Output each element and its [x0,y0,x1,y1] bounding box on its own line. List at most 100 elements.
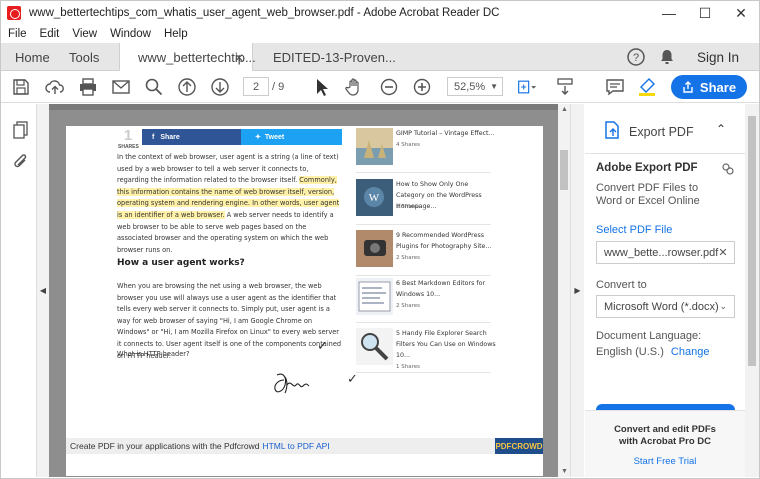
selected-file-name: www_bette...rowser.pdf [604,246,719,259]
handwritten-signature[interactable] [271,369,313,397]
paragraph-3: What is HTTP header? [117,350,190,358]
related-shares-1: 4 Shares [396,142,420,148]
panel-scroll-thumb[interactable] [748,116,756,366]
menu-help[interactable]: Help [164,28,188,40]
collapse-right-panel-icon[interactable]: ▶ [570,104,584,477]
acrobat-app-icon [7,6,21,20]
menu-bar: File Edit View Window Help [1,25,759,43]
html-to-pdf-link[interactable]: HTML to PDF API [262,441,329,451]
share-icon [683,81,693,93]
promo-text: Convert and edit PDFs with Acrobat Pro D… [614,424,716,447]
related-post-2[interactable]: W How to Show Only One Category on the W… [356,179,496,219]
left-navigation-rail [1,104,37,477]
export-pdf-title: Export PDF [629,125,694,139]
chevron-up-icon[interactable]: ⌃ [716,122,726,136]
close-window-button[interactable]: ✕ [723,1,759,25]
hand-tool-icon[interactable] [342,75,366,99]
related-shares-4: 2 Shares [396,303,420,309]
search-icon[interactable] [142,75,166,99]
scroll-down-icon[interactable]: ▼ [561,468,568,475]
svg-text:?: ? [633,52,639,64]
document-language-label: Document Language: [596,330,702,342]
document-canvas: 1 SHARES f Share ✦ Tweet In the context … [49,104,558,477]
zoom-level-select[interactable]: 52,5% ▼ [447,77,503,96]
page-thumbnails-icon[interactable] [9,118,33,142]
twitter-share-button[interactable]: ✦ Tweet [241,129,342,145]
related-shares-5: 1 Shares [396,364,420,370]
paragraph-1: In the context of web browser, user agen… [117,152,342,256]
document-scrollbar[interactable]: ▲ ▼ [558,104,570,477]
switch-account-icon[interactable] [721,162,735,176]
related-divider [356,322,491,323]
upload-cloud-icon[interactable] [43,75,67,99]
page-number-input[interactable]: 2 [243,77,269,96]
related-divider [356,224,491,225]
attachments-paperclip-icon[interactable] [9,150,33,174]
upgrade-promo: Convert and edit PDFs with Acrobat Pro D… [585,410,745,477]
select-cursor-icon[interactable] [309,75,333,99]
save-icon[interactable] [9,75,33,99]
share-counter: 1 SHARES [118,127,139,151]
chevron-down-icon: ▼ [490,82,498,91]
comment-icon[interactable] [603,75,627,99]
zoom-level-value: 52,5% [454,80,486,93]
zoom-in-icon[interactable] [410,75,434,99]
social-share-row: f Share ✦ Tweet [142,129,342,145]
export-pdf-header[interactable]: Export PDF ⌃ [585,104,745,154]
export-pdf-panel: Export PDF ⌃ Adobe Export PDF Convert PD… [585,104,745,477]
document-scroll-thumb[interactable] [560,150,568,190]
export-description: Convert PDF Files to Word or Excel Onlin… [596,182,700,207]
page-top-edge [49,104,558,110]
pdfcrowd-badge[interactable]: PDFCROWD [495,438,543,454]
convert-to-label: Convert to [596,279,647,291]
related-thumbnail-3 [356,230,393,267]
facebook-share-button[interactable]: f Share [142,129,241,145]
menu-edit[interactable]: Edit [40,28,60,40]
menu-file[interactable]: File [8,28,27,40]
highlighter-icon[interactable] [635,75,659,99]
chevron-down-icon: ⌄ [719,301,727,311]
checkmark-annotation-2[interactable]: ✓ [347,371,358,387]
share-button[interactable]: Share [671,75,747,99]
maximize-button[interactable]: ☐ [687,1,723,25]
change-language-link[interactable]: Change [671,346,710,358]
help-icon[interactable]: ? [624,45,648,69]
checkmark-annotation[interactable]: ✓ [317,338,328,354]
sign-in-link[interactable]: Sign In [697,43,739,71]
selected-file-field[interactable]: www_bette...rowser.pdf ✕ [596,241,735,264]
convert-format-value: Microsoft Word (*.docx) [604,300,719,313]
email-icon[interactable] [109,75,133,99]
convert-format-select[interactable]: Microsoft Word (*.docx) ⌄ [596,295,735,318]
related-post-5[interactable]: 5 Handy File Explorer Search Filters You… [356,328,496,370]
zoom-out-icon[interactable] [377,75,401,99]
tab-tools[interactable]: Tools [69,43,99,71]
related-post-4[interactable]: 6 Best Markdown Editors for Windows 10..… [356,278,496,318]
share-count-number: 1 [123,127,133,144]
collapse-left-panel-icon[interactable]: ◀ [37,104,49,477]
tab-close-icon[interactable]: ✕ [234,51,244,65]
clear-file-close-icon[interactable]: ✕ [718,246,727,259]
menu-view[interactable]: View [72,28,97,40]
select-pdf-label[interactable]: Select PDF File [596,224,672,236]
scroll-up-icon[interactable]: ▲ [561,106,568,113]
export-pdf-icon [605,121,619,139]
previous-page-icon[interactable] [175,75,199,99]
related-shares-2: 2 Shares [396,204,420,210]
fit-page-icon[interactable] [513,75,541,99]
related-post-3[interactable]: 9 Recommended WordPress Plugins for Phot… [356,230,496,270]
panel-scrollbar[interactable] [745,104,759,477]
related-thumbnail-1 [356,128,393,165]
notifications-bell-icon[interactable] [655,45,679,69]
start-free-trial-link[interactable]: Start Free Trial [585,456,745,467]
tab-home[interactable]: Home [15,43,50,71]
related-post-1[interactable]: GIMP Tutorial – Vintage Effect... 4 Shar… [356,128,496,168]
print-icon[interactable] [76,75,100,99]
tab-document-active[interactable]: www_bettertechtip... ✕ [119,43,256,72]
tab-document-2[interactable]: EDITED-13-Proven... [273,43,396,71]
menu-window[interactable]: Window [110,28,151,40]
scroll-mode-icon[interactable] [553,75,577,99]
twitter-share-label: Tweet [264,133,285,141]
minimize-button[interactable]: — [651,1,687,25]
footer-text: Create PDF in your applications with the… [70,441,260,451]
next-page-icon[interactable] [208,75,232,99]
